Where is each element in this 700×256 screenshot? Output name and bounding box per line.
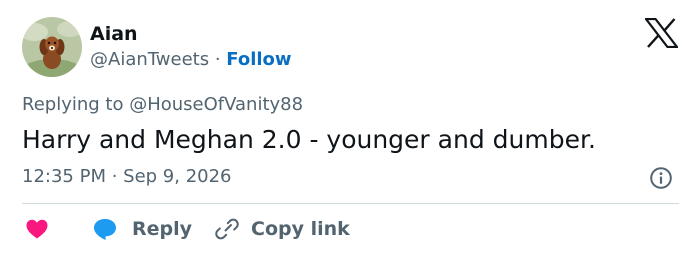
divider bbox=[22, 203, 679, 204]
dog-avatar-image bbox=[22, 17, 82, 77]
info-icon[interactable] bbox=[649, 166, 673, 190]
avatar[interactable] bbox=[22, 17, 82, 77]
author-name[interactable]: Aian bbox=[90, 22, 138, 46]
follow-button[interactable]: Follow bbox=[226, 49, 291, 70]
author-handle[interactable]: @AianTweets bbox=[90, 49, 209, 70]
replying-to[interactable]: Replying to @HouseOfVanity88 bbox=[22, 93, 303, 117]
timestamp[interactable]: 12:35 PM · Sep 9, 2026 bbox=[22, 165, 232, 189]
link-icon bbox=[215, 218, 239, 240]
like-button[interactable] bbox=[25, 214, 49, 244]
reply-button[interactable]: Reply bbox=[92, 214, 192, 244]
x-logo-icon[interactable] bbox=[645, 18, 678, 48]
speech-bubble-icon bbox=[94, 219, 116, 240]
tweet-text: Harry and Meghan 2.0 - younger and dumbe… bbox=[22, 125, 596, 154]
separator: · bbox=[214, 49, 221, 70]
heart-icon bbox=[26, 219, 48, 239]
copy-link-label: Copy link bbox=[251, 218, 350, 240]
author-subline: @AianTweets · Follow bbox=[90, 48, 292, 72]
tweet-card: Aian @AianTweets · Follow Replying to @H… bbox=[0, 0, 700, 256]
copy-link-button[interactable]: Copy link bbox=[215, 214, 350, 244]
reply-label: Reply bbox=[132, 218, 193, 240]
